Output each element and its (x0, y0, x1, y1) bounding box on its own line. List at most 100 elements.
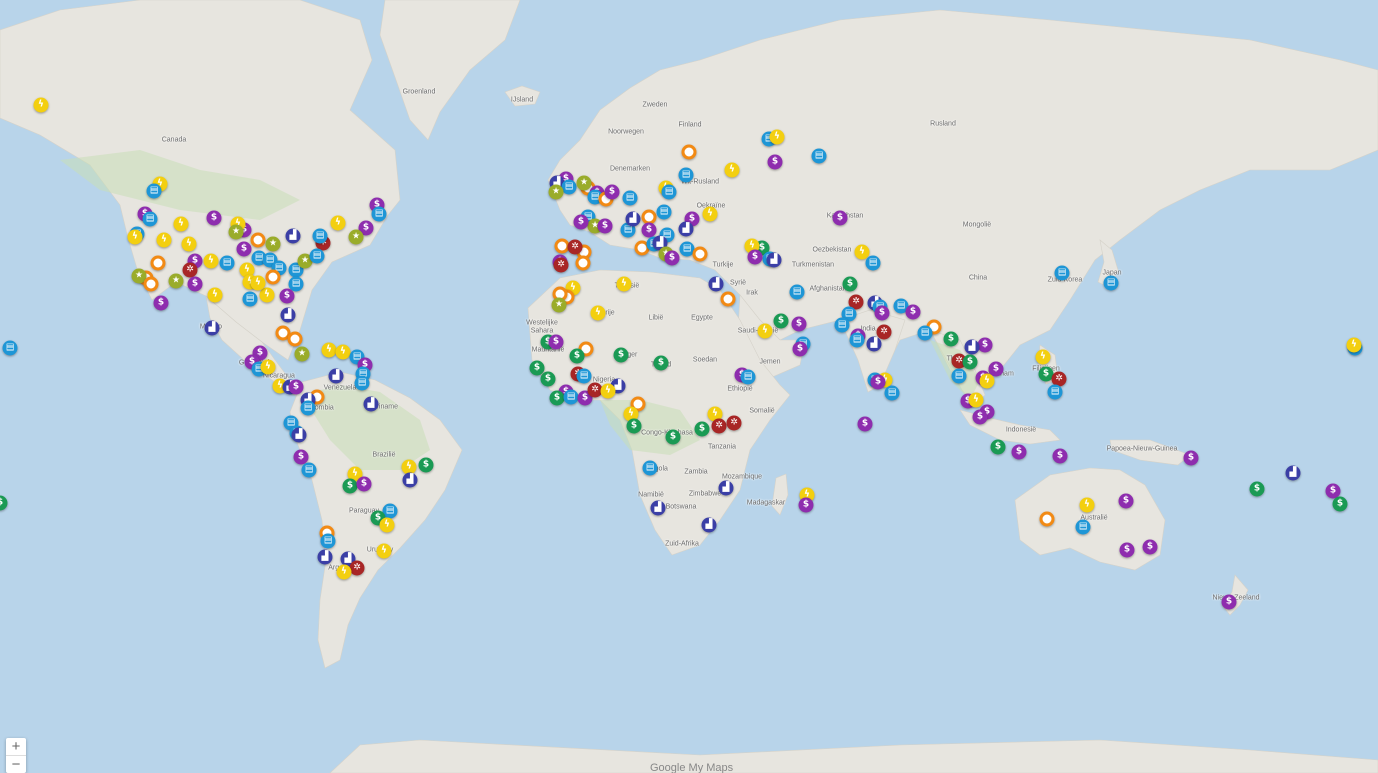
money-green-marker-icon[interactable]: $ (1249, 481, 1265, 497)
job-blue-marker-icon[interactable]: ▤ (656, 204, 672, 220)
bolt-yellow-marker-icon[interactable]: ϟ (1035, 349, 1051, 365)
money-green-marker-icon[interactable]: $ (773, 313, 789, 329)
money-purple-marker-icon[interactable]: $ (187, 276, 203, 292)
bolt-yellow-marker-icon[interactable]: ϟ (757, 323, 773, 339)
bolt-yellow-marker-icon[interactable]: ϟ (250, 275, 266, 291)
money-purple-marker-icon[interactable]: $ (1183, 450, 1199, 466)
money-green-marker-icon[interactable]: $ (626, 418, 642, 434)
bolt-yellow-marker-icon[interactable]: ϟ (330, 215, 346, 231)
ring-orange-marker-icon[interactable] (720, 291, 736, 307)
job-blue-marker-icon[interactable]: ▤ (834, 317, 850, 333)
zoom-in-button[interactable]: + (6, 738, 26, 755)
ring-orange-marker-icon[interactable] (265, 269, 281, 285)
bolt-yellow-marker-icon[interactable]: ϟ (724, 162, 740, 178)
bolt-yellow-marker-icon[interactable]: ϟ (979, 373, 995, 389)
job-blue-marker-icon[interactable]: ▤ (740, 369, 756, 385)
bolt-yellow-marker-icon[interactable]: ϟ (127, 229, 143, 245)
bolt-yellow-marker-icon[interactable]: ϟ (181, 236, 197, 252)
ring-orange-marker-icon[interactable] (150, 255, 166, 271)
bolt-yellow-marker-icon[interactable]: ϟ (207, 287, 223, 303)
money-purple-marker-icon[interactable]: $ (288, 379, 304, 395)
ring-orange-marker-icon[interactable] (143, 276, 159, 292)
money-purple-marker-icon[interactable]: $ (874, 305, 890, 321)
chart-indigo-marker-icon[interactable]: ▟ (866, 336, 882, 352)
chart-indigo-marker-icon[interactable]: ▟ (625, 211, 641, 227)
bolt-yellow-marker-icon[interactable]: ϟ (590, 305, 606, 321)
chart-indigo-marker-icon[interactable]: ▟ (328, 368, 344, 384)
bolt-yellow-marker-icon[interactable]: ϟ (600, 383, 616, 399)
money-purple-marker-icon[interactable]: $ (604, 184, 620, 200)
ring-orange-marker-icon[interactable] (692, 246, 708, 262)
bolt-yellow-marker-icon[interactable]: ϟ (260, 359, 276, 375)
job-blue-marker-icon[interactable]: ▤ (2, 340, 18, 356)
chart-indigo-marker-icon[interactable]: ▟ (402, 472, 418, 488)
money-purple-marker-icon[interactable]: $ (206, 210, 222, 226)
ring-orange-marker-icon[interactable] (250, 232, 266, 248)
chart-indigo-marker-icon[interactable]: ▟ (204, 320, 220, 336)
chart-indigo-marker-icon[interactable]: ▟ (1285, 465, 1301, 481)
job-blue-marker-icon[interactable]: ▤ (789, 284, 805, 300)
burst-red-marker-icon[interactable]: ✲ (726, 415, 742, 431)
star-olive-marker-icon[interactable]: ★ (265, 236, 281, 252)
money-purple-marker-icon[interactable]: $ (153, 295, 169, 311)
money-green-marker-icon[interactable]: $ (1332, 496, 1348, 512)
chart-indigo-marker-icon[interactable]: ▟ (964, 339, 980, 355)
chart-indigo-marker-icon[interactable]: ▟ (291, 427, 307, 443)
ring-orange-marker-icon[interactable] (287, 331, 303, 347)
money-purple-marker-icon[interactable]: $ (791, 316, 807, 332)
chart-indigo-marker-icon[interactable]: ▟ (718, 480, 734, 496)
money-purple-marker-icon[interactable]: $ (279, 288, 295, 304)
job-blue-marker-icon[interactable]: ▤ (320, 533, 336, 549)
money-purple-marker-icon[interactable]: $ (972, 409, 988, 425)
job-blue-marker-icon[interactable]: ▤ (917, 325, 933, 341)
money-purple-marker-icon[interactable]: $ (597, 218, 613, 234)
money-green-marker-icon[interactable]: $ (653, 355, 669, 371)
bolt-yellow-marker-icon[interactable]: ϟ (376, 543, 392, 559)
job-blue-marker-icon[interactable]: ▤ (312, 228, 328, 244)
job-blue-marker-icon[interactable]: ▤ (1075, 519, 1091, 535)
money-purple-marker-icon[interactable]: $ (548, 334, 564, 350)
burst-red-marker-icon[interactable]: ✲ (567, 239, 583, 255)
job-blue-marker-icon[interactable]: ▤ (561, 179, 577, 195)
money-green-marker-icon[interactable]: $ (990, 439, 1006, 455)
money-green-marker-icon[interactable]: $ (842, 276, 858, 292)
money-green-marker-icon[interactable]: $ (569, 348, 585, 364)
chart-indigo-marker-icon[interactable]: ▟ (280, 307, 296, 323)
job-blue-marker-icon[interactable]: ▤ (563, 389, 579, 405)
money-green-marker-icon[interactable]: $ (418, 457, 434, 473)
money-purple-marker-icon[interactable]: $ (1052, 448, 1068, 464)
money-purple-marker-icon[interactable]: $ (236, 241, 252, 257)
star-olive-marker-icon[interactable]: ★ (551, 297, 567, 313)
chart-indigo-marker-icon[interactable]: ▟ (708, 276, 724, 292)
bolt-yellow-marker-icon[interactable]: ϟ (379, 517, 395, 533)
job-blue-marker-icon[interactable]: ▤ (849, 332, 865, 348)
money-green-marker-icon[interactable]: $ (540, 371, 556, 387)
job-blue-marker-icon[interactable]: ▤ (354, 375, 370, 391)
job-blue-marker-icon[interactable]: ▤ (242, 291, 258, 307)
job-blue-marker-icon[interactable]: ▤ (219, 255, 235, 271)
bolt-yellow-marker-icon[interactable]: ϟ (616, 276, 632, 292)
job-blue-marker-icon[interactable]: ▤ (661, 184, 677, 200)
job-blue-marker-icon[interactable]: ▤ (371, 206, 387, 222)
money-purple-marker-icon[interactable]: $ (977, 337, 993, 353)
bolt-yellow-marker-icon[interactable]: ϟ (1346, 337, 1362, 353)
bolt-yellow-marker-icon[interactable]: ϟ (1079, 497, 1095, 513)
job-blue-marker-icon[interactable]: ▤ (146, 183, 162, 199)
bolt-yellow-marker-icon[interactable]: ϟ (156, 232, 172, 248)
job-blue-marker-icon[interactable]: ▤ (622, 190, 638, 206)
bolt-yellow-marker-icon[interactable]: ϟ (702, 206, 718, 222)
money-green-marker-icon[interactable]: $ (694, 421, 710, 437)
bolt-yellow-marker-icon[interactable]: ϟ (321, 342, 337, 358)
bolt-yellow-marker-icon[interactable]: ϟ (33, 97, 49, 113)
bolt-yellow-marker-icon[interactable]: ϟ (173, 216, 189, 232)
chart-indigo-marker-icon[interactable]: ▟ (285, 228, 301, 244)
money-purple-marker-icon[interactable]: $ (1118, 493, 1134, 509)
chart-indigo-marker-icon[interactable]: ▟ (650, 500, 666, 516)
job-blue-marker-icon[interactable]: ▤ (865, 255, 881, 271)
ring-orange-marker-icon[interactable] (575, 255, 591, 271)
money-green-marker-icon[interactable]: $ (962, 354, 978, 370)
money-green-marker-icon[interactable]: $ (613, 347, 629, 363)
bolt-yellow-marker-icon[interactable]: ϟ (203, 253, 219, 269)
job-blue-marker-icon[interactable]: ▤ (309, 248, 325, 264)
ring-orange-marker-icon[interactable] (681, 144, 697, 160)
